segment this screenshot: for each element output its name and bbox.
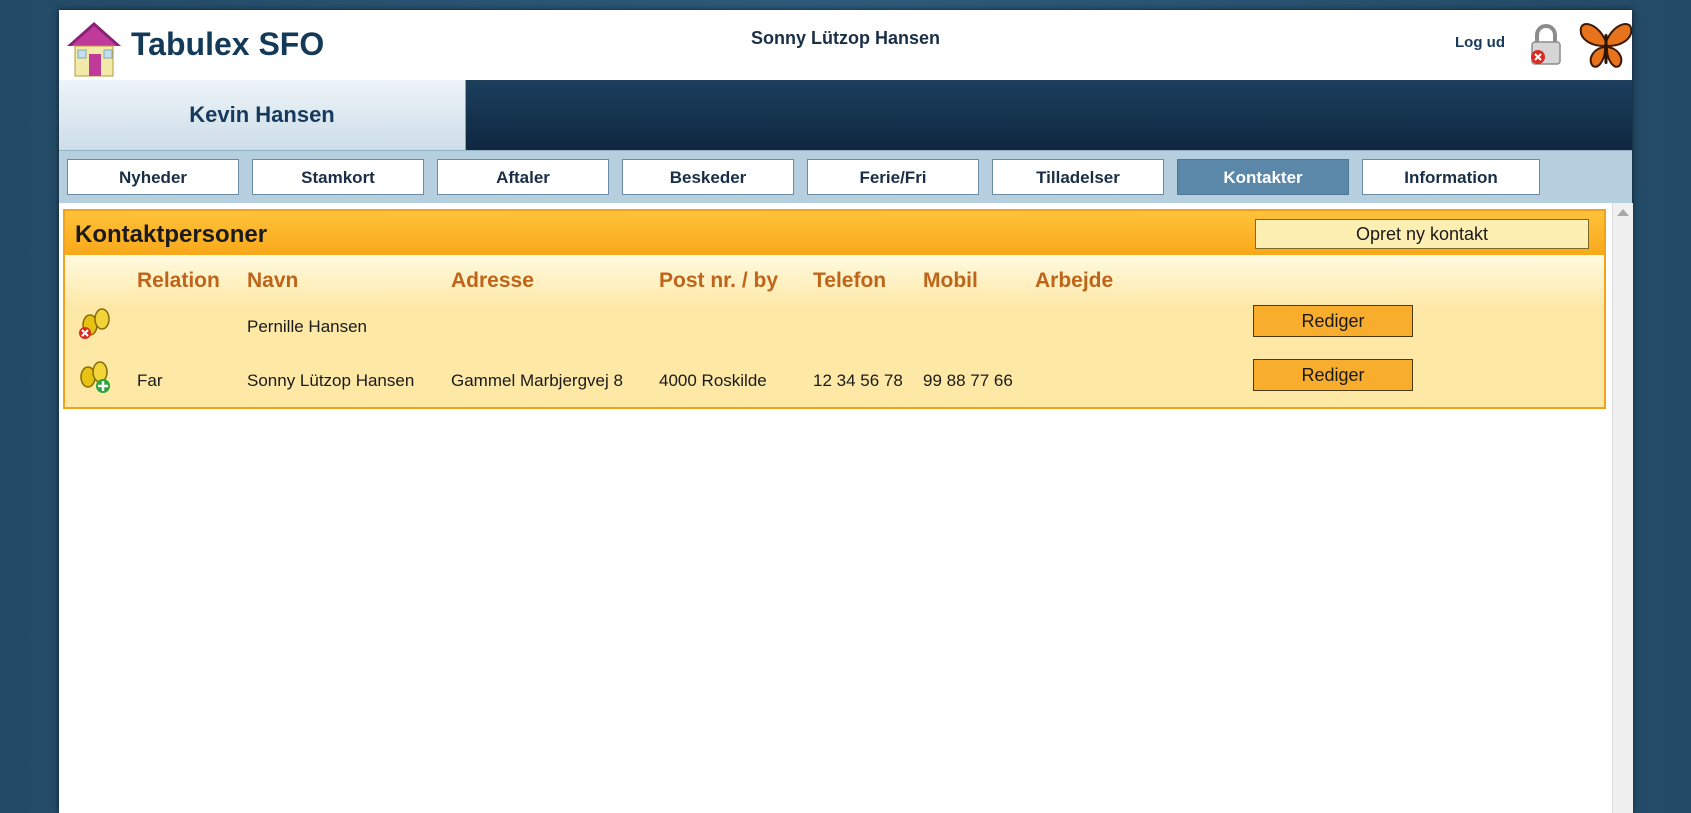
row-address: Gammel Marbjergvej 8 xyxy=(451,371,623,390)
column-header-address: Adresse xyxy=(451,269,534,292)
main-navigation: Nyheder Stamkort Aftaler Beskeder Ferie/… xyxy=(59,150,1632,204)
tab-beskeder[interactable]: Beskeder xyxy=(622,159,794,195)
row-mobile: 99 88 77 66 xyxy=(923,371,1013,390)
row-phone: 12 34 56 78 xyxy=(813,371,903,390)
tab-nyheder[interactable]: Nyheder xyxy=(67,159,239,195)
vertical-scrollbar[interactable] xyxy=(1612,203,1633,813)
tab-kontakter[interactable]: Kontakter xyxy=(1177,159,1349,195)
column-header-postal: Post nr. / by xyxy=(659,269,779,292)
edit-contact-button[interactable]: Rediger xyxy=(1253,305,1413,337)
tab-ferie-fri[interactable]: Ferie/Fri xyxy=(807,159,979,195)
butterfly-icon xyxy=(1579,23,1633,68)
tab-tilladelser[interactable]: Tilladelser xyxy=(992,159,1164,195)
child-tab-bar: Kevin Hansen xyxy=(59,80,1632,150)
column-header-name: Navn xyxy=(247,269,299,292)
logged-in-user-name: Sonny Lützop Hansen xyxy=(751,28,940,48)
contacts-table: Relation Navn Adresse Post nr. / by Tele… xyxy=(65,255,1604,407)
child-tab-selected[interactable]: Kevin Hansen xyxy=(59,80,466,150)
content-area: Kontaktpersoner Opret ny kontakt Relatio… xyxy=(59,203,1633,813)
tab-information[interactable]: Information xyxy=(1362,159,1540,195)
column-header-relation: Relation xyxy=(137,269,220,292)
contacts-panel: Kontaktpersoner Opret ny kontakt Relatio… xyxy=(63,209,1606,409)
row-postal: 4000 Roskilde xyxy=(659,371,767,390)
users-add-icon[interactable] xyxy=(75,359,115,395)
panel-title: Kontaktpersoner xyxy=(75,221,268,248)
lock-icon[interactable] xyxy=(1527,24,1565,66)
tab-stamkort[interactable]: Stamkort xyxy=(252,159,424,195)
panel-header: Kontaktpersoner Opret ny kontakt xyxy=(65,211,1604,255)
column-header-phone: Telefon xyxy=(813,269,887,292)
users-remove-icon[interactable] xyxy=(75,305,115,341)
app-window: Tabulex SFO Sonny Lützop Hansen Log ud K… xyxy=(59,10,1633,813)
column-header-work: Arbejde xyxy=(1035,269,1114,292)
row-name: Pernille Hansen xyxy=(247,317,368,336)
row-relation: Far xyxy=(137,371,163,390)
scroll-up-arrow-icon[interactable] xyxy=(1617,209,1629,216)
edit-contact-button[interactable]: Rediger xyxy=(1253,359,1413,391)
top-header: Tabulex SFO Sonny Lützop Hansen Log ud xyxy=(59,10,1633,77)
tab-aftaler[interactable]: Aftaler xyxy=(437,159,609,195)
create-contact-button[interactable]: Opret ny kontakt xyxy=(1255,219,1589,249)
row-name: Sonny Lützop Hansen xyxy=(247,371,415,390)
column-header-mobile: Mobil xyxy=(923,269,978,292)
logout-link[interactable]: Log ud xyxy=(1455,34,1505,51)
